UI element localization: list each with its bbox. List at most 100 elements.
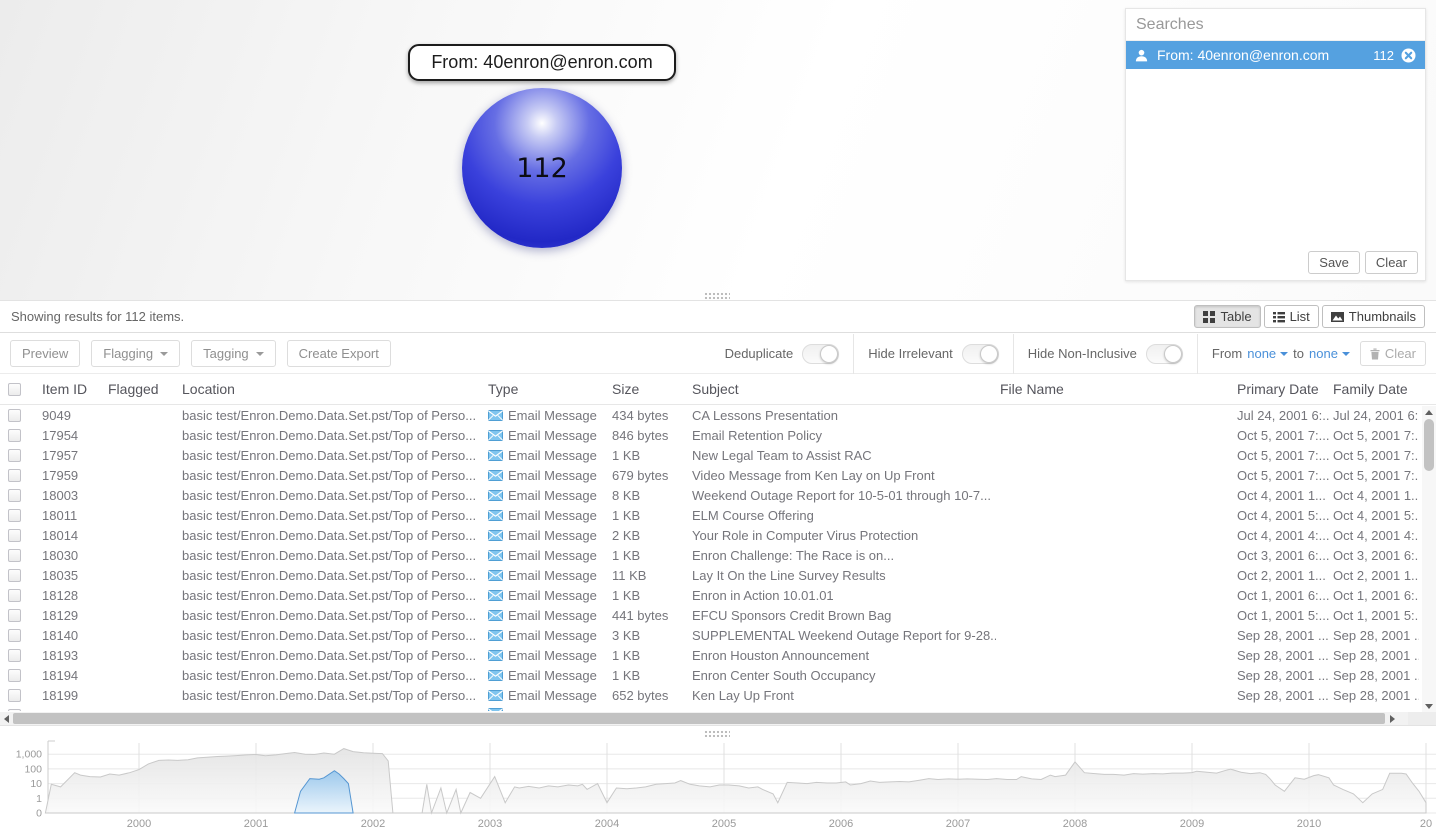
- remove-search-icon[interactable]: [1401, 48, 1416, 63]
- table-row[interactable]: 18194basic test/Enron.Demo.Data.Set.pst/…: [0, 666, 1422, 686]
- cell-subject: Enron in Action 10.01.01: [692, 588, 996, 603]
- vertical-scrollbar[interactable]: [1422, 406, 1436, 712]
- table-row[interactable]: 17959basic test/Enron.Demo.Data.Set.pst/…: [0, 466, 1422, 486]
- app-window: From: 40enron@enron.com 112 Searches Fro…: [0, 0, 1436, 838]
- row-checkbox[interactable]: [8, 469, 21, 482]
- column-header-type[interactable]: Type: [488, 381, 518, 397]
- row-checkbox[interactable]: [8, 509, 21, 522]
- row-checkbox[interactable]: [8, 489, 21, 502]
- cell-type: Email Message: [488, 608, 608, 623]
- email-message-icon: [488, 490, 503, 501]
- select-all-checkbox[interactable]: [8, 383, 21, 396]
- create-export-button[interactable]: Create Export: [287, 340, 391, 367]
- row-checkbox[interactable]: [8, 549, 21, 562]
- cell-item-id: 18030: [42, 548, 102, 563]
- cell-size: 2 KB: [612, 528, 688, 543]
- hide-irrelevant-toggle[interactable]: [962, 344, 999, 364]
- user-icon: [1135, 49, 1148, 62]
- table-row-partial[interactable]: [0, 706, 1422, 711]
- deduplicate-toggle[interactable]: [802, 344, 839, 364]
- preview-button[interactable]: Preview: [10, 340, 80, 367]
- row-checkbox[interactable]: [8, 529, 21, 542]
- column-header-item-id[interactable]: Item ID: [42, 381, 102, 397]
- column-header-primary-date[interactable]: Primary Date: [1237, 381, 1329, 397]
- cell-family-date: Oct 1, 2001 5:...: [1333, 608, 1419, 623]
- row-checkbox[interactable]: [8, 409, 21, 422]
- table-row[interactable]: 17954basic test/Enron.Demo.Data.Set.pst/…: [0, 426, 1422, 446]
- scroll-down-arrow[interactable]: [1422, 700, 1436, 712]
- table-row[interactable]: 18128basic test/Enron.Demo.Data.Set.pst/…: [0, 586, 1422, 606]
- tagging-dropdown[interactable]: Tagging: [191, 340, 276, 367]
- cell-primary-date: Oct 5, 2001 7:...: [1237, 468, 1329, 483]
- email-message-icon: [488, 590, 503, 601]
- clear-search-button[interactable]: Clear: [1365, 251, 1418, 274]
- row-checkbox[interactable]: [8, 669, 21, 682]
- hide-non-inclusive-toggle[interactable]: [1146, 344, 1183, 364]
- table-row[interactable]: 18011basic test/Enron.Demo.Data.Set.pst/…: [0, 506, 1422, 526]
- email-message-icon: [488, 610, 503, 621]
- cell-primary-date: Sep 28, 2001 ...: [1237, 648, 1329, 663]
- table-row[interactable]: 18129basic test/Enron.Demo.Data.Set.pst/…: [0, 606, 1422, 626]
- table-row[interactable]: 18140basic test/Enron.Demo.Data.Set.pst/…: [0, 626, 1422, 646]
- from-date-dropdown[interactable]: none: [1247, 346, 1288, 361]
- svg-text:2007: 2007: [946, 818, 970, 830]
- cell-size: 846 bytes: [612, 428, 688, 443]
- table-view-button[interactable]: Table: [1194, 305, 1260, 328]
- row-checkbox[interactable]: [8, 449, 21, 462]
- thumbnails-view-button[interactable]: Thumbnails: [1322, 305, 1425, 328]
- table-row[interactable]: 9049basic test/Enron.Demo.Data.Set.pst/T…: [0, 406, 1422, 426]
- row-checkbox[interactable]: [8, 709, 21, 711]
- list-view-button[interactable]: List: [1264, 305, 1319, 328]
- splitter-handle-bottom[interactable]: [704, 730, 730, 737]
- table-row[interactable]: 17957basic test/Enron.Demo.Data.Set.pst/…: [0, 446, 1422, 466]
- scroll-up-arrow[interactable]: [1422, 406, 1436, 418]
- table-row[interactable]: 18003basic test/Enron.Demo.Data.Set.pst/…: [0, 486, 1422, 506]
- row-checkbox[interactable]: [8, 429, 21, 442]
- row-checkbox[interactable]: [8, 649, 21, 662]
- column-header-flagged[interactable]: Flagged: [108, 381, 178, 397]
- search-bubble[interactable]: 112: [462, 88, 622, 248]
- splitter-handle-top[interactable]: [704, 292, 730, 299]
- cell-type: Email Message: [488, 528, 608, 543]
- row-checkbox[interactable]: [8, 589, 21, 602]
- flagging-dropdown[interactable]: Flagging: [91, 340, 180, 367]
- vertical-scrollbar-thumb[interactable]: [1424, 419, 1434, 471]
- email-message-icon: [488, 470, 503, 481]
- scroll-left-arrow[interactable]: [0, 712, 12, 725]
- clear-date-filter-button[interactable]: Clear: [1360, 341, 1426, 366]
- search-visualization-canvas[interactable]: From: 40enron@enron.com 112 Searches Fro…: [0, 0, 1436, 300]
- column-header-family-date[interactable]: Family Date: [1333, 381, 1419, 397]
- column-header-size[interactable]: Size: [612, 381, 688, 397]
- scroll-right-arrow[interactable]: [1386, 712, 1398, 725]
- table-row[interactable]: 18199basic test/Enron.Demo.Data.Set.pst/…: [0, 686, 1422, 706]
- cell-primary-date: Oct 4, 2001 4:...: [1237, 528, 1329, 543]
- table-row[interactable]: 18035basic test/Enron.Demo.Data.Set.pst/…: [0, 566, 1422, 586]
- row-checkbox[interactable]: [8, 609, 21, 622]
- toolbar-divider: [1197, 334, 1198, 374]
- svg-text:2001: 2001: [244, 818, 268, 830]
- flagging-label: Flagging: [103, 346, 153, 361]
- column-header-location[interactable]: Location: [182, 381, 484, 397]
- toggle-knob: [980, 345, 998, 363]
- cell-primary-date: Sep 28, 2001 ...: [1237, 668, 1329, 683]
- timeline-chart[interactable]: 1,00010010102000200120022003200420052006…: [0, 737, 1436, 837]
- horizontal-scrollbar-thumb[interactable]: [13, 713, 1385, 724]
- table-row[interactable]: 18193basic test/Enron.Demo.Data.Set.pst/…: [0, 646, 1422, 666]
- trash-icon: [1370, 348, 1380, 360]
- table-row[interactable]: 18030basic test/Enron.Demo.Data.Set.pst/…: [0, 546, 1422, 566]
- table-row[interactable]: 18014basic test/Enron.Demo.Data.Set.pst/…: [0, 526, 1422, 546]
- column-header-subject[interactable]: Subject: [692, 381, 996, 397]
- row-checkbox[interactable]: [8, 629, 21, 642]
- row-checkbox[interactable]: [8, 689, 21, 702]
- cell-subject: ELM Course Offering: [692, 508, 996, 523]
- cell-subject: Email Retention Policy: [692, 428, 996, 443]
- cell-size: 434 bytes: [612, 408, 688, 423]
- horizontal-scrollbar[interactable]: [0, 712, 1408, 725]
- save-search-button[interactable]: Save: [1308, 251, 1360, 274]
- svg-text:2008: 2008: [1063, 818, 1087, 830]
- column-header-file-name[interactable]: File Name: [1000, 381, 1232, 397]
- to-date-dropdown[interactable]: none: [1309, 346, 1350, 361]
- from-date-value: none: [1247, 346, 1276, 361]
- search-list-item[interactable]: From: 40enron@enron.com 112: [1126, 41, 1425, 69]
- row-checkbox[interactable]: [8, 569, 21, 582]
